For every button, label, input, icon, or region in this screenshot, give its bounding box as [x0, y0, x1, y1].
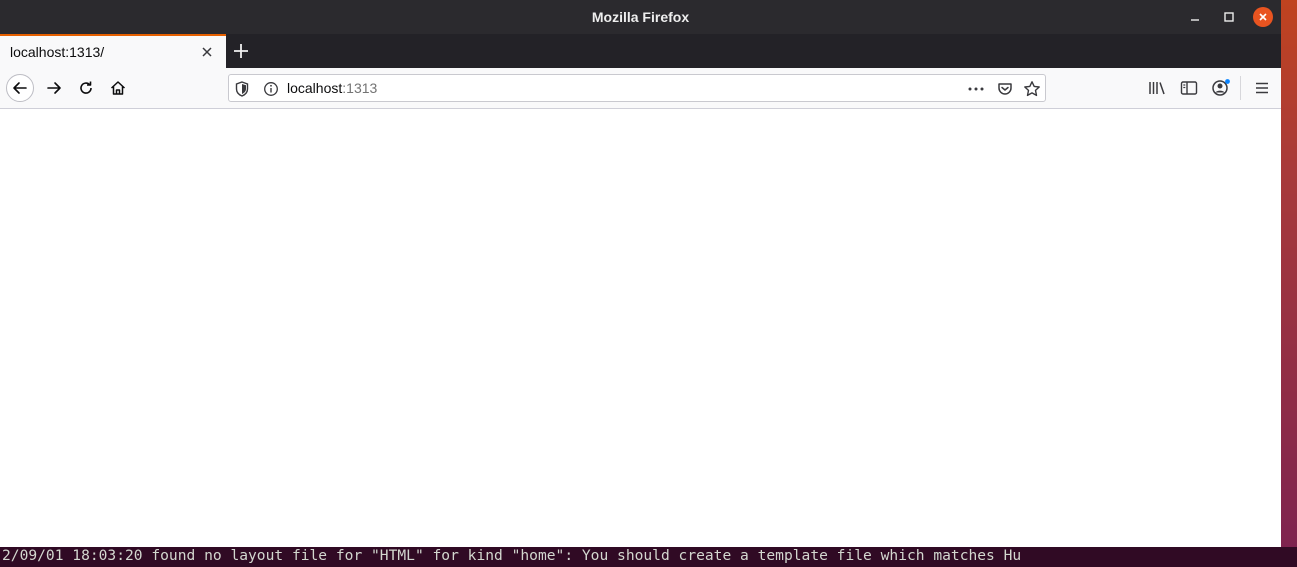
back-icon[interactable] [6, 74, 34, 102]
tab-localhost[interactable]: localhost:1313/ [0, 34, 226, 68]
terminal-window[interactable]: 2/09/01 18:03:20 found no layout file fo… [0, 547, 1297, 567]
account-icon[interactable] [1211, 78, 1231, 98]
sidebar-icon[interactable] [1179, 78, 1199, 98]
terminal-output-line: 2/09/01 18:03:20 found no layout file fo… [2, 547, 1022, 564]
tab-close-icon[interactable] [200, 45, 214, 59]
page-actions-icon[interactable] [967, 81, 985, 97]
url-bar[interactable]: localhost:1313 [228, 74, 1046, 102]
close-icon[interactable] [1253, 7, 1273, 27]
toolbar-separator [1240, 76, 1241, 100]
reload-icon[interactable] [72, 74, 100, 102]
library-icon[interactable] [1147, 78, 1167, 98]
minimize-icon[interactable] [1185, 7, 1205, 27]
forward-icon[interactable] [40, 74, 68, 102]
pocket-icon[interactable] [997, 81, 1013, 97]
firefox-window: Mozilla Firefox localhost:1313/ localhos… [0, 0, 1281, 547]
window-titlebar[interactable]: Mozilla Firefox [0, 0, 1281, 34]
navigation-toolbar: localhost:1313 [0, 68, 1281, 109]
tab-title: localhost:1313/ [10, 44, 105, 60]
maximize-icon[interactable] [1219, 7, 1239, 27]
bookmark-star-icon[interactable] [1023, 80, 1041, 98]
site-info-icon[interactable] [263, 81, 279, 97]
hamburger-menu-icon[interactable] [1252, 78, 1272, 98]
home-icon[interactable] [104, 74, 132, 102]
tab-strip: localhost:1313/ [0, 34, 1281, 68]
url-port: :1313 [342, 80, 378, 96]
new-tab-icon[interactable] [231, 41, 251, 61]
page-content[interactable] [0, 109, 1281, 547]
desktop-background [1281, 0, 1297, 567]
tracking-shield-icon[interactable] [235, 81, 249, 97]
url-host: localhost [287, 80, 343, 96]
window-title: Mozilla Firefox [591, 9, 690, 25]
url-text: localhost:1313 [287, 80, 377, 96]
